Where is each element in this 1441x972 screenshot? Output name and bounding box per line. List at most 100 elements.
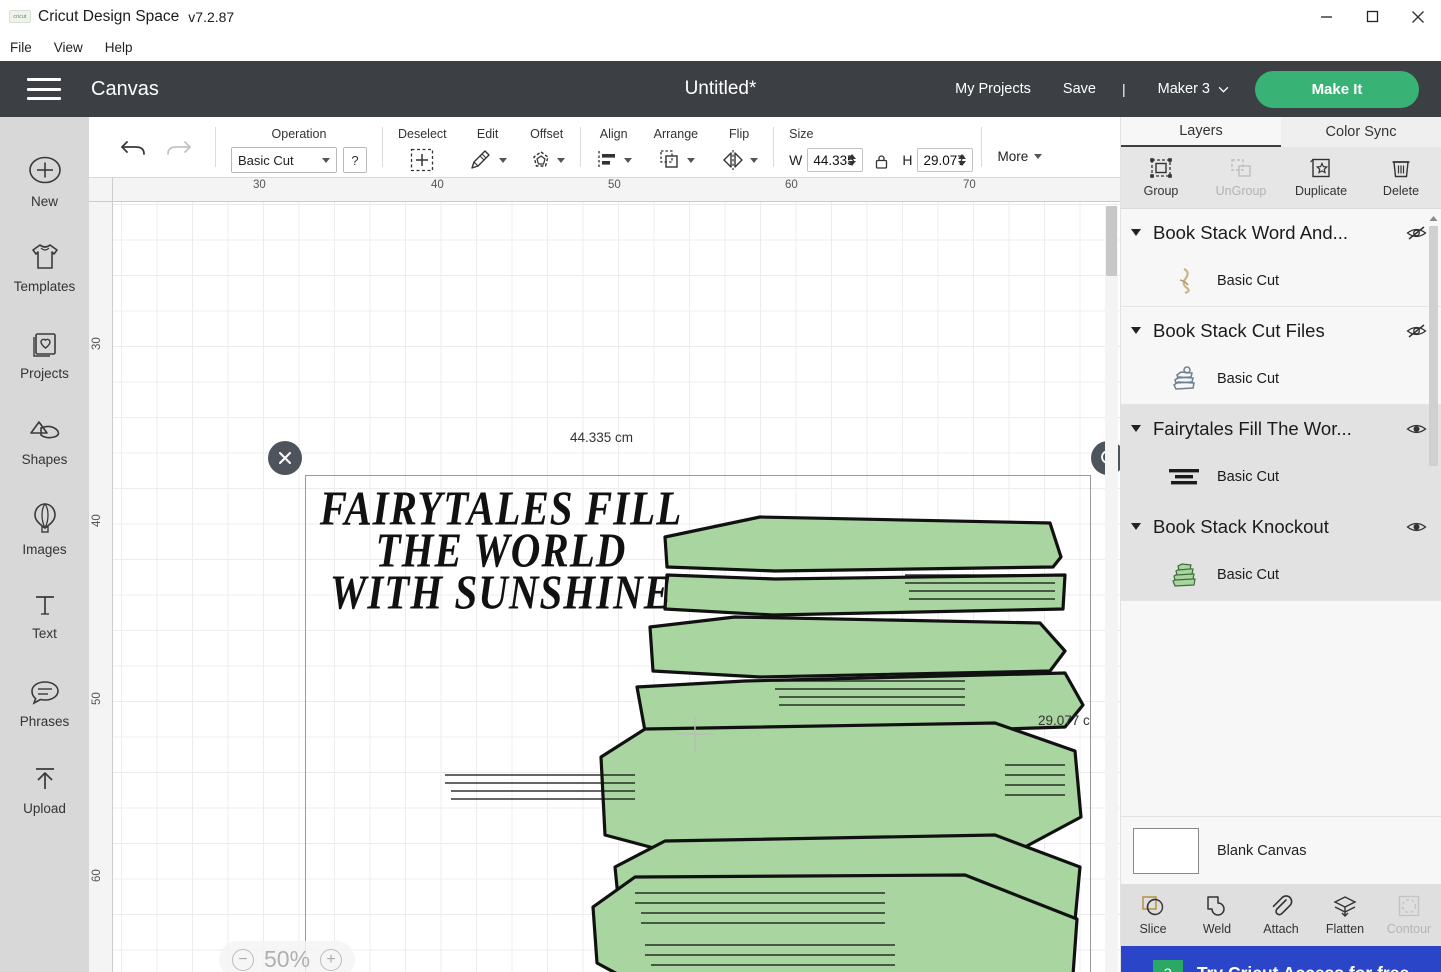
toolbar-divider [382,127,383,167]
layer-group-header[interactable]: Book Stack Cut Files [1121,307,1441,354]
duplicate-icon [1310,158,1330,178]
scrollbar-thumb[interactable] [1106,206,1117,276]
slice-button[interactable]: Slice [1121,884,1185,946]
edit-pencil-icon[interactable] [469,148,495,172]
chevron-down-icon[interactable] [623,157,632,163]
window-controls [1303,0,1441,33]
attach-label: Attach [1263,922,1299,936]
contour-label: Contour [1386,922,1432,936]
sidebar-item-new[interactable]: New [0,137,89,224]
height-stepper[interactable] [958,154,967,166]
menu-help[interactable]: Help [105,40,133,55]
layer-group-header[interactable]: Book Stack Word And... [1121,209,1441,256]
chevron-down-icon[interactable] [556,157,565,163]
chevron-down-icon[interactable] [750,157,759,163]
sidebar-item-text[interactable]: Text [0,572,89,659]
canvas-color-row[interactable]: Blank Canvas [1121,816,1441,884]
trash-icon [1392,161,1410,178]
deselect-icon[interactable] [409,147,435,173]
duplicate-button[interactable]: Duplicate [1281,147,1361,208]
my-projects-link[interactable]: My Projects [939,81,1047,97]
ungroup-label: UnGroup [1215,184,1267,198]
sidebar-item-images[interactable]: Images [0,485,89,572]
center-crosshair-icon [677,716,713,752]
visibility-hidden-icon[interactable] [1405,222,1427,244]
tab-layers[interactable]: Layers [1121,117,1281,147]
make-it-button[interactable]: Make It [1255,70,1419,108]
sidebar-label-projects: Projects [20,365,69,381]
more-button[interactable]: More [997,149,1043,164]
delete-button[interactable]: Delete [1361,147,1441,208]
sidebar-label-phrases: Phrases [19,713,70,729]
redo-icon[interactable] [165,136,193,160]
save-button[interactable]: Save [1047,81,1112,97]
chevron-down-icon [1218,86,1229,93]
chevron-down-icon[interactable] [498,157,507,163]
sidebar-item-phrases[interactable]: Phrases [0,659,89,746]
layers-scrollbar[interactable] [1428,213,1439,812]
zoom-in-button[interactable]: + [320,948,343,971]
size-label: Size [789,127,814,141]
weld-label: Weld [1202,922,1232,936]
visibility-hidden-icon[interactable] [1405,320,1427,342]
sidebar-item-shapes[interactable]: Shapes [0,398,89,485]
scrollbar-thumb[interactable] [1429,226,1438,466]
collapse-arrow-icon[interactable] [1131,425,1141,432]
layer-child[interactable]: Basic Cut [1121,452,1441,502]
collapse-arrow-icon[interactable] [1131,229,1141,236]
menu-view[interactable]: View [54,40,83,55]
flatten-label: Flatten [1325,922,1365,936]
menu-hamburger-icon[interactable] [27,78,61,100]
collapse-arrow-icon[interactable] [1131,523,1141,530]
minimize-button[interactable] [1303,0,1349,33]
menu-file[interactable]: File [10,40,32,55]
canvas-vertical-scrollbar[interactable] [1105,206,1118,972]
collapse-arrow-icon[interactable] [1131,327,1141,334]
slice-label: Slice [1139,922,1167,936]
tab-color-sync[interactable]: Color Sync [1281,117,1441,147]
layer-group-header[interactable]: Fairytales Fill The Wor... [1121,405,1441,452]
layer-child-label: Basic Cut [1217,273,1280,289]
visibility-visible-icon[interactable] [1405,516,1427,538]
sidebar-item-templates[interactable]: Templates [0,224,89,311]
layer-child[interactable]: Basic Cut [1121,550,1441,600]
canvas-color-swatch[interactable] [1133,827,1199,874]
attach-button[interactable]: Attach [1249,884,1313,946]
layer-group: Book Stack Word And... Basic Cut [1121,209,1441,307]
contour-button[interactable]: Contour [1377,884,1441,946]
close-button[interactable] [1395,0,1441,33]
sidebar-item-projects[interactable]: Projects [0,311,89,398]
maximize-button[interactable] [1349,0,1395,33]
group-button[interactable]: Group [1121,147,1201,208]
zoom-out-button[interactable]: − [232,948,254,971]
width-stepper[interactable] [848,154,857,166]
group-icon [1150,158,1172,178]
layer-group-header[interactable]: Book Stack Knockout [1121,503,1441,550]
delete-handle[interactable] [268,441,302,475]
layer-child[interactable]: Basic Cut [1121,354,1441,404]
ruler-corner [89,178,113,202]
sidebar-item-upload[interactable]: Upload [0,746,89,833]
machine-selector[interactable]: Maker 3 [1136,81,1245,97]
cricut-access-promo[interactable]: a Try Cricut Access for free [1121,946,1441,972]
align-icon[interactable] [596,149,620,171]
canvas-label: Canvas [91,77,159,100]
layers-list: Book Stack Word And... Basic Cut Book St… [1121,209,1441,816]
scroll-up-arrow-icon[interactable] [1428,213,1439,224]
operation-select[interactable]: Basic Cut [231,147,337,173]
chevron-down-icon[interactable] [686,157,695,163]
offset-icon[interactable] [529,148,553,172]
flatten-button[interactable]: Flatten [1313,884,1377,946]
weld-button[interactable]: Weld [1185,884,1249,946]
flip-icon[interactable] [720,149,746,171]
operation-help-button[interactable]: ? [343,147,367,173]
visibility-visible-icon[interactable] [1405,418,1427,440]
lock-closed-icon[interactable] [873,153,890,170]
window-titlebar: cricut Cricut Design Space v7.2.87 [0,0,1441,33]
arrange-icon[interactable] [657,148,683,172]
ungroup-button[interactable]: UnGroup [1201,147,1281,208]
close-x-icon [279,452,291,464]
layer-child[interactable]: Basic Cut [1121,256,1441,306]
canvas-area[interactable]: 30 40 50 60 70 30 40 50 60 FAIRYTALES FI… [89,178,1120,972]
undo-icon[interactable] [119,136,147,160]
